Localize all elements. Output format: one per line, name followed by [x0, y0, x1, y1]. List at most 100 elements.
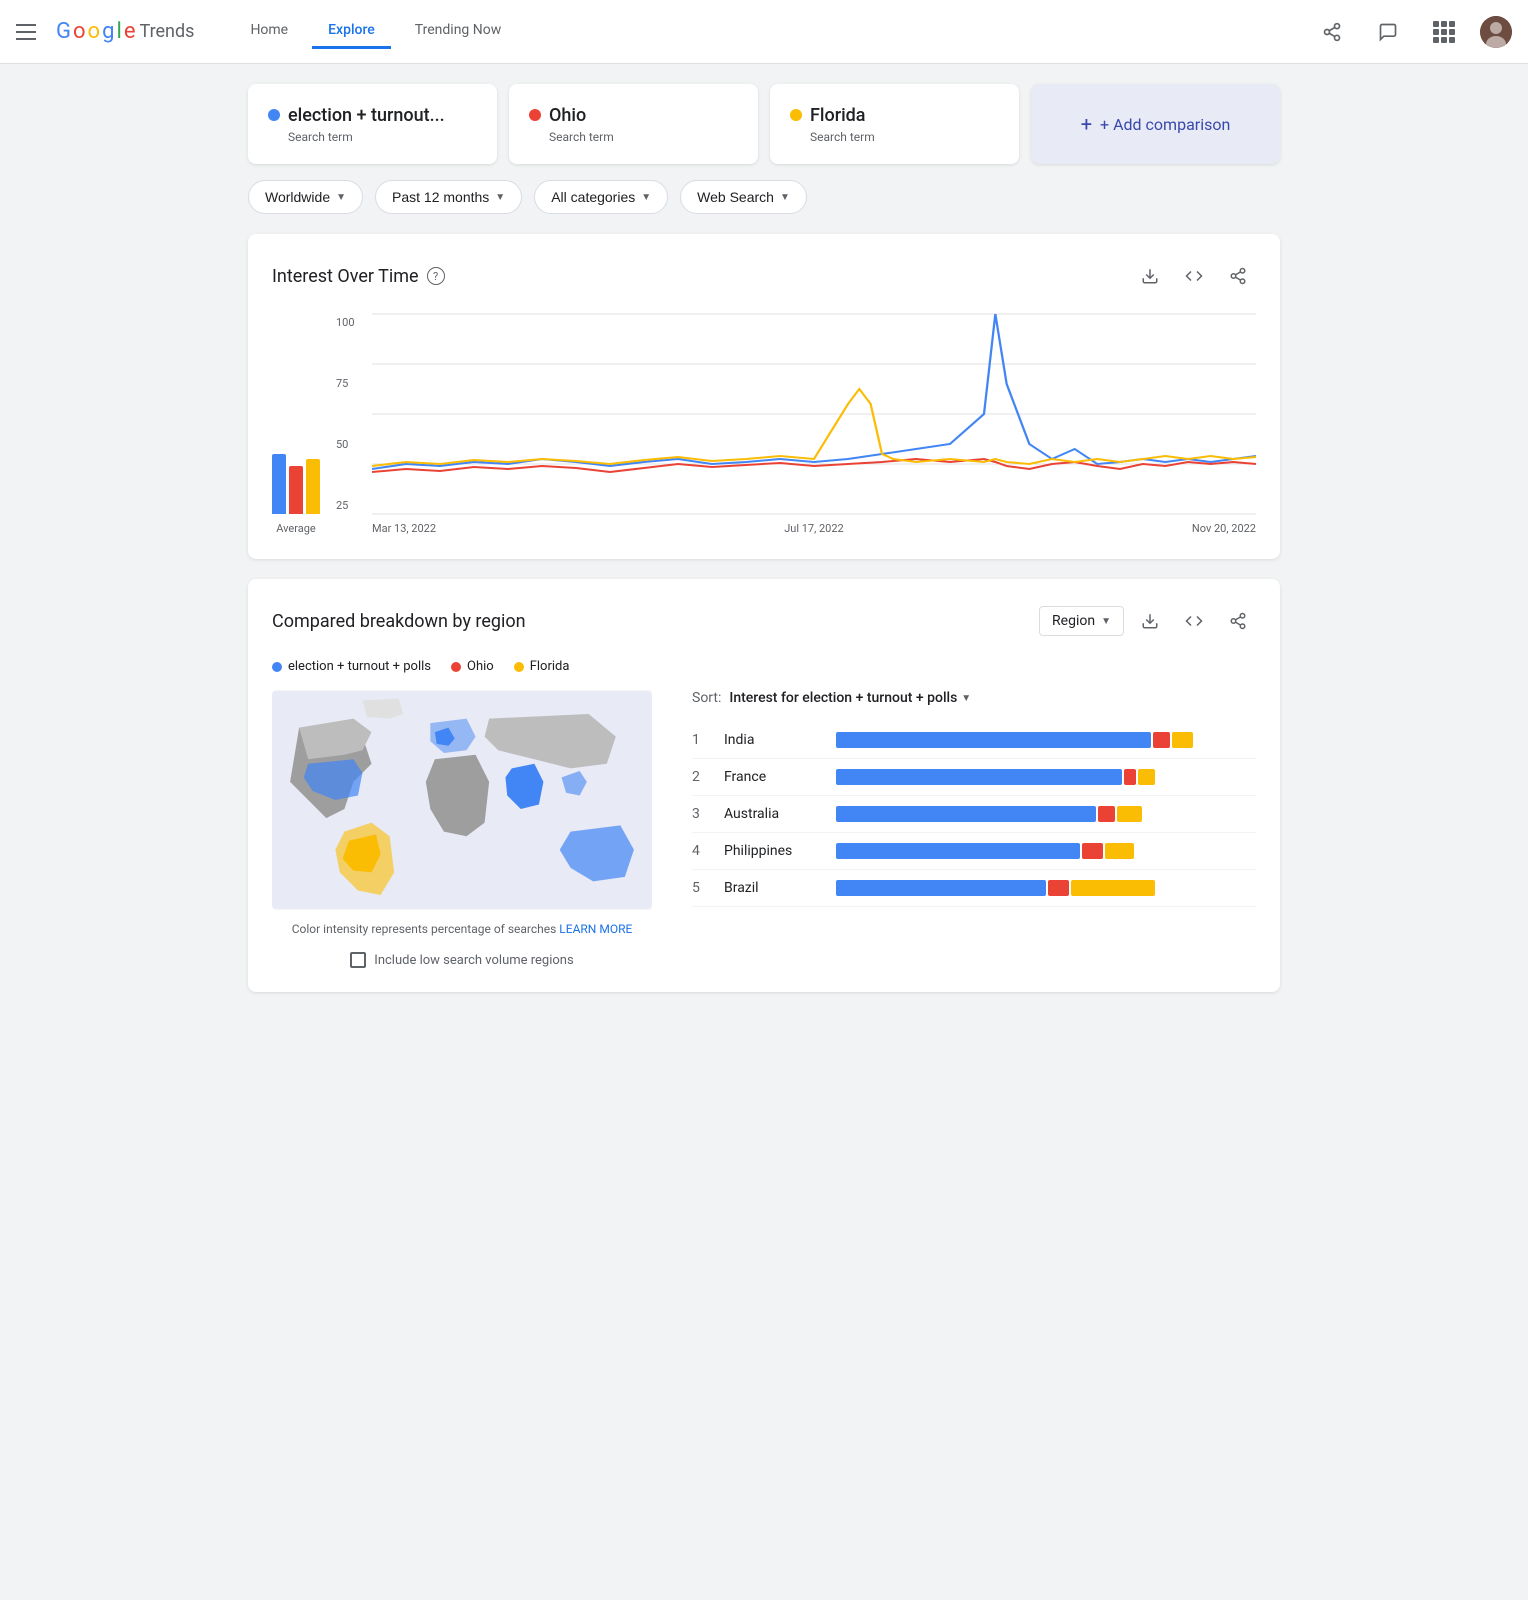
hamburger-menu[interactable] [16, 20, 40, 44]
legend-label-yellow: Florida [530, 659, 570, 674]
term-type-1: Search term [288, 130, 477, 144]
region-legend: election + turnout + polls Ohio Florida [272, 659, 1256, 674]
legend-label-blue: election + turnout + polls [288, 659, 431, 674]
world-map-svg [272, 690, 652, 910]
sort-row: Sort: Interest for election + turnout + … [692, 690, 1256, 706]
region-bar-blue-4 [836, 843, 1080, 859]
type-filter-label: Web Search [697, 189, 774, 205]
type-filter-arrow: ▼ [780, 192, 790, 203]
category-filter[interactable]: All categories ▼ [534, 180, 668, 214]
legend-bar-yellow [306, 459, 320, 514]
region-card-header: Compared breakdown by region Region ▼ [272, 603, 1256, 639]
add-icon: + [1081, 112, 1092, 136]
google-trends-logo: Google Trends [56, 19, 194, 44]
region-bar-4 [836, 843, 1256, 859]
feedback-button[interactable] [1368, 12, 1408, 52]
geo-filter[interactable]: Worldwide ▼ [248, 180, 363, 214]
region-rank-3: 3 [692, 806, 712, 822]
region-bar-yellow-4 [1105, 843, 1134, 859]
user-avatar[interactable] [1480, 16, 1512, 48]
term-dot-1 [268, 109, 280, 121]
region-item-3[interactable]: 3 Australia [692, 796, 1256, 833]
region-embed-btn[interactable] [1176, 603, 1212, 639]
region-dropdown[interactable]: Region ▼ [1039, 606, 1124, 636]
y-label-100: 100 [336, 316, 355, 329]
term-card-3[interactable]: Florida Search term [770, 84, 1019, 164]
time-filter-arrow: ▼ [495, 192, 505, 203]
legend-bar-red [289, 466, 303, 514]
region-rank-1: 1 [692, 732, 712, 748]
y-label-75: 75 [336, 377, 355, 390]
region-download-btn[interactable] [1132, 603, 1168, 639]
apps-button[interactable] [1424, 12, 1464, 52]
iot-download-btn[interactable] [1132, 258, 1168, 294]
map-note-text: Color intensity represents percentage of… [292, 922, 557, 936]
iot-share-btn[interactable] [1220, 258, 1256, 294]
nav-trending[interactable]: Trending Now [399, 14, 517, 49]
term-dot-3 [790, 109, 802, 121]
legend-item-red: Ohio [451, 659, 494, 674]
category-filter-label: All categories [551, 189, 635, 205]
header-left: Google Trends Home Explore Trending Now [16, 14, 517, 49]
region-rank-2: 2 [692, 769, 712, 785]
nav-explore[interactable]: Explore [312, 14, 391, 49]
region-embed-icon [1185, 612, 1203, 630]
term-card-2[interactable]: Ohio Search term [509, 84, 758, 164]
region-bar-red-2 [1124, 769, 1137, 785]
region-bar-5 [836, 880, 1256, 896]
low-volume-checkbox[interactable] [350, 952, 366, 968]
region-card-title: Compared breakdown by region [272, 611, 526, 632]
region-name-3: Australia [724, 806, 824, 822]
legend-label: Average [276, 522, 316, 535]
term-type-3: Search term [810, 130, 999, 144]
term-name-2: Ohio [549, 105, 586, 126]
chart-legend: Average [272, 454, 320, 535]
learn-more-link[interactable]: LEARN MORE [559, 922, 632, 936]
sort-dropdown[interactable]: Interest for election + turnout + polls … [729, 690, 971, 706]
geo-filter-label: Worldwide [265, 189, 330, 205]
region-share-btn[interactable] [1220, 603, 1256, 639]
share-button[interactable] [1312, 12, 1352, 52]
region-name-4: Philippines [724, 843, 824, 859]
embed-icon [1185, 267, 1203, 285]
x-label-2: Jul 17, 2022 [784, 522, 844, 535]
region-bar-yellow-2 [1138, 769, 1155, 785]
legend-dot-yellow [514, 662, 524, 672]
region-bar-blue-3 [836, 806, 1096, 822]
header-right [1312, 12, 1512, 52]
iot-info-icon[interactable]: ? [427, 267, 445, 285]
add-comparison-button[interactable]: + + Add comparison [1031, 84, 1280, 164]
region-bar-yellow-5 [1071, 880, 1155, 896]
region-bar-red-5 [1048, 880, 1069, 896]
nav-home[interactable]: Home [234, 14, 304, 49]
type-filter[interactable]: Web Search ▼ [680, 180, 807, 214]
region-download-icon [1141, 612, 1159, 630]
main-nav: Home Explore Trending Now [234, 14, 517, 49]
term-header-2: Ohio [529, 105, 738, 126]
iot-card-header: Interest Over Time ? [272, 258, 1256, 294]
region-item-5[interactable]: 5 Brazil [692, 870, 1256, 907]
legend-dot-red [451, 662, 461, 672]
region-item-4[interactable]: 4 Philippines [692, 833, 1256, 870]
region-bar-1 [836, 732, 1256, 748]
region-item-1[interactable]: 1 India [692, 722, 1256, 759]
region-name-2: France [724, 769, 824, 785]
share2-icon [1229, 267, 1247, 285]
iot-title-text: Interest Over Time [272, 266, 419, 287]
region-bar-blue-5 [836, 880, 1046, 896]
time-filter[interactable]: Past 12 months ▼ [375, 180, 522, 214]
add-comparison-label: + Add comparison [1100, 115, 1230, 134]
download-icon [1141, 267, 1159, 285]
region-bar-yellow-3 [1117, 806, 1142, 822]
region-item-2[interactable]: 2 France [692, 759, 1256, 796]
region-bar-3 [836, 806, 1256, 822]
legend-item-blue: election + turnout + polls [272, 659, 431, 674]
iot-embed-btn[interactable] [1176, 258, 1212, 294]
term-card-1[interactable]: election + turnout... Search term [248, 84, 497, 164]
x-labels: Mar 13, 2022 Jul 17, 2022 Nov 20, 2022 [336, 522, 1256, 535]
region-rank-4: 4 [692, 843, 712, 859]
sort-value: Interest for election + turnout + polls [729, 690, 957, 706]
region-bar-2 [836, 769, 1256, 785]
term-header-3: Florida [790, 105, 999, 126]
category-filter-arrow: ▼ [641, 192, 651, 203]
